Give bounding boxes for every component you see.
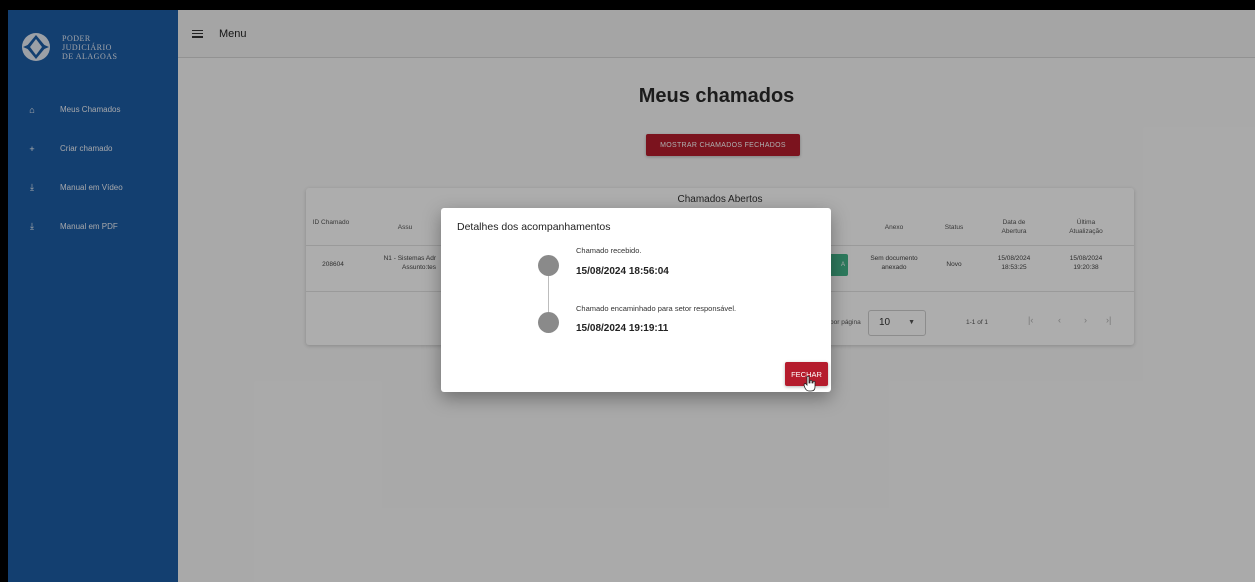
mouse-pointer-icon <box>803 376 816 392</box>
dialog-title: Detalhes dos acompanhamentos <box>457 221 611 233</box>
event-description: Chamado recebido. <box>576 246 642 255</box>
timeline-dot-icon <box>538 312 559 333</box>
app-frame: PODER JUDICIÁRIO DE ALAGOAS ⌂ Meus Chama… <box>8 10 1255 582</box>
event-date: 15/08/2024 19:19:11 <box>576 323 669 334</box>
event-description: Chamado encaminhado para setor responsáv… <box>576 304 737 313</box>
follow-up-details-dialog: Detalhes dos acompanhamentos Chamado rec… <box>441 208 831 392</box>
timeline-dot-icon <box>538 255 559 276</box>
event-date: 15/08/2024 18:56:04 <box>576 266 669 277</box>
